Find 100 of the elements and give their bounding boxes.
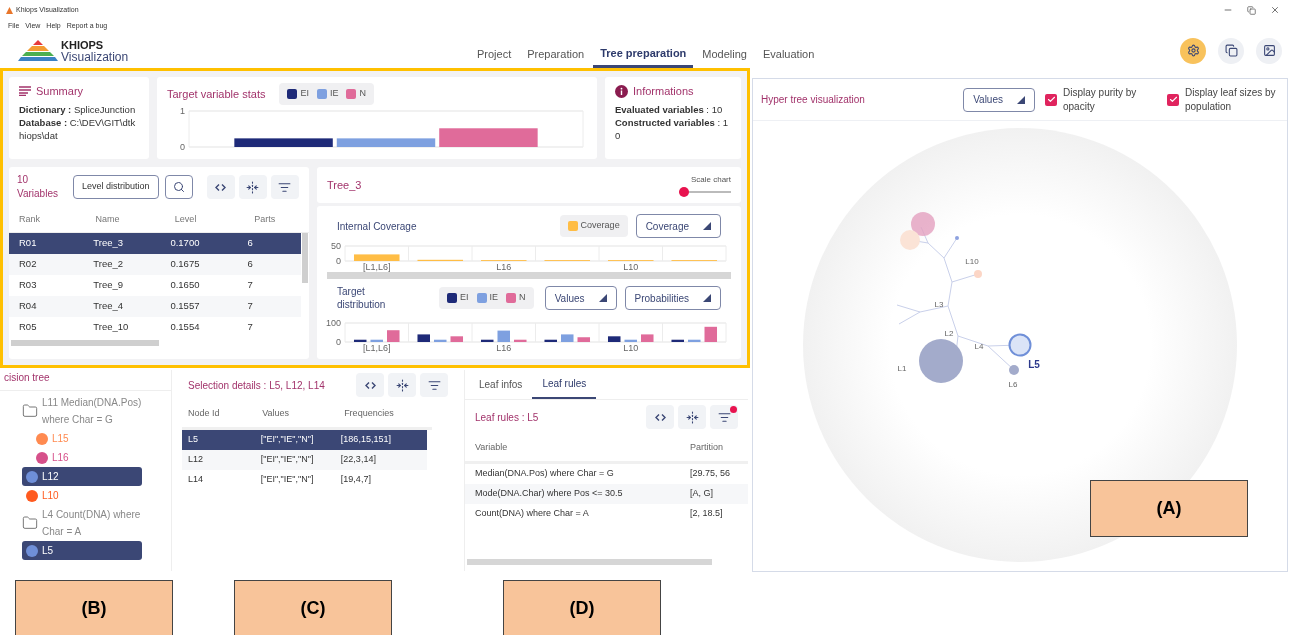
caret-icon [703,222,711,230]
logo-title: KHIOPS [61,38,105,51]
table-row[interactable]: R04 Tree_4 0.1557 7 [9,296,301,317]
chevrons-button[interactable] [206,175,235,199]
chart-title: Target distribution [337,285,387,311]
app-icon [6,6,13,14]
tree-item[interactable]: L5 [22,541,142,560]
tree-item[interactable]: L16 [32,448,171,467]
column-header[interactable]: Name [95,212,175,227]
column-header[interactable]: Variable [475,440,690,455]
search-icon [172,181,185,193]
nav-tab[interactable]: Modeling [695,41,754,68]
restore-icon [1247,5,1256,15]
node-label: L4 [974,342,984,351]
bar [434,339,447,342]
window-button[interactable] [1218,37,1244,64]
nav-tab[interactable]: Project [470,41,519,68]
legend-label: EI [460,291,469,305]
filter-button[interactable] [710,405,738,429]
chevrons-button[interactable] [356,373,384,397]
table-row[interactable]: L12 ["EI","IE","N"] [22,3,14] [182,450,427,470]
settings-button[interactable] [1180,37,1206,64]
dropdown[interactable]: Values [544,286,617,310]
table-cell-text: Tree_9 [93,278,125,293]
chevrons-button[interactable] [646,405,674,429]
table-cell-text: Median(DNA.Pos) where Char = G [475,467,615,481]
info-line: Evaluated variables : 10 [615,102,724,116]
scrollbar[interactable] [467,559,712,565]
leaf-node[interactable] [955,236,959,240]
column-header[interactable]: Level [174,212,255,227]
table-cell: [2, 18.5] [690,507,723,521]
column-header[interactable]: Rank [19,212,96,227]
table-cell-text: 7 [247,299,254,314]
slider-thumb[interactable] [679,186,689,197]
scrollbar[interactable] [11,340,159,346]
table-cell-text: R01 [19,236,38,251]
annotation-label: (A) [1090,480,1248,537]
table-row[interactable]: R01 Tree_3 0.1700 6 [9,233,301,254]
leaf-node[interactable] [1008,333,1032,357]
panel-title: Selection details : L5, L12, L14 [188,378,325,393]
search-button[interactable] [164,175,193,199]
table-cell-text: Mode(DNA.Char) where Pos <= 30.5 [475,487,624,501]
table-cell-text: 0.1557 [170,299,201,314]
leaf-node[interactable] [911,212,935,236]
nav-tab[interactable]: Preparation [520,41,592,68]
filter-button[interactable] [270,175,299,199]
slider[interactable] [679,186,731,197]
dropdown[interactable]: Coverage [635,214,721,238]
table-row[interactable]: R02 Tree_2 0.1675 6 [9,254,301,275]
filter-icon [427,378,441,392]
screenshot-button[interactable] [1256,37,1282,64]
table-row[interactable]: L5 ["EI","IE","N"] [186,15,151] [182,430,427,450]
table-cell-text: 0.1675 [170,257,201,272]
fold-button[interactable] [678,405,706,429]
fold-button[interactable] [238,175,267,199]
legend-label: IE [329,87,339,101]
checkbox[interactable] [1167,93,1179,106]
tab[interactable]: Leaf rules [532,370,597,399]
leaf-node[interactable] [974,270,982,278]
slider-label: Scale chart [690,173,731,186]
scrollbar[interactable] [327,272,731,279]
table-cell-text: ["EI","IE","N"] [260,453,315,467]
caret-icon [598,294,607,302]
fold-button[interactable] [388,373,416,397]
bar [671,339,684,342]
column-header[interactable]: Parts [254,212,299,227]
tree-item[interactable]: L4 Count(DNA) where Char = A [42,506,146,540]
bar [354,339,367,342]
leaf-node[interactable] [919,339,963,383]
table-cell-text: ["EI","IE","N"] [260,433,315,447]
leaf-node[interactable] [1009,365,1019,375]
restore-button[interactable] [1247,5,1256,15]
annotation-label: (B) [15,580,173,635]
column-header[interactable]: Values [262,406,345,421]
column-header[interactable]: Partition [690,440,724,455]
level-distribution-button[interactable]: Level distribution [73,175,159,199]
table-cell-text: R03 [19,278,38,293]
folder-icon [22,515,38,531]
tree-item[interactable]: L12 [22,467,142,486]
axis-label: L10 [623,262,639,272]
column-header[interactable]: Node Id [188,406,263,421]
axis-label: L16 [496,343,512,353]
dropdown[interactable]: Probabilities [624,286,721,310]
nav-tab[interactable]: Evaluation [755,41,822,68]
code-icon [215,182,227,192]
filter-button[interactable] [420,373,448,397]
tab[interactable]: Leaf infos [469,370,533,399]
info-icon [615,84,628,98]
table-cell-text: Tree_4 [93,299,125,314]
column-header[interactable]: Frequencies [344,406,426,421]
leaf-node[interactable] [900,230,920,250]
axis-label: 0 [336,256,341,266]
filter-icon [278,180,292,194]
close-button[interactable] [1270,5,1280,15]
tree-item[interactable]: L11 Median(DNA.Pos) where Char = G [42,394,146,428]
table-cell: [A, G] [690,487,713,501]
node-label: L6 [1008,380,1018,389]
dropdown[interactable]: Values [963,87,1035,112]
checkbox[interactable] [1045,93,1057,106]
scrollbar[interactable] [302,233,308,283]
